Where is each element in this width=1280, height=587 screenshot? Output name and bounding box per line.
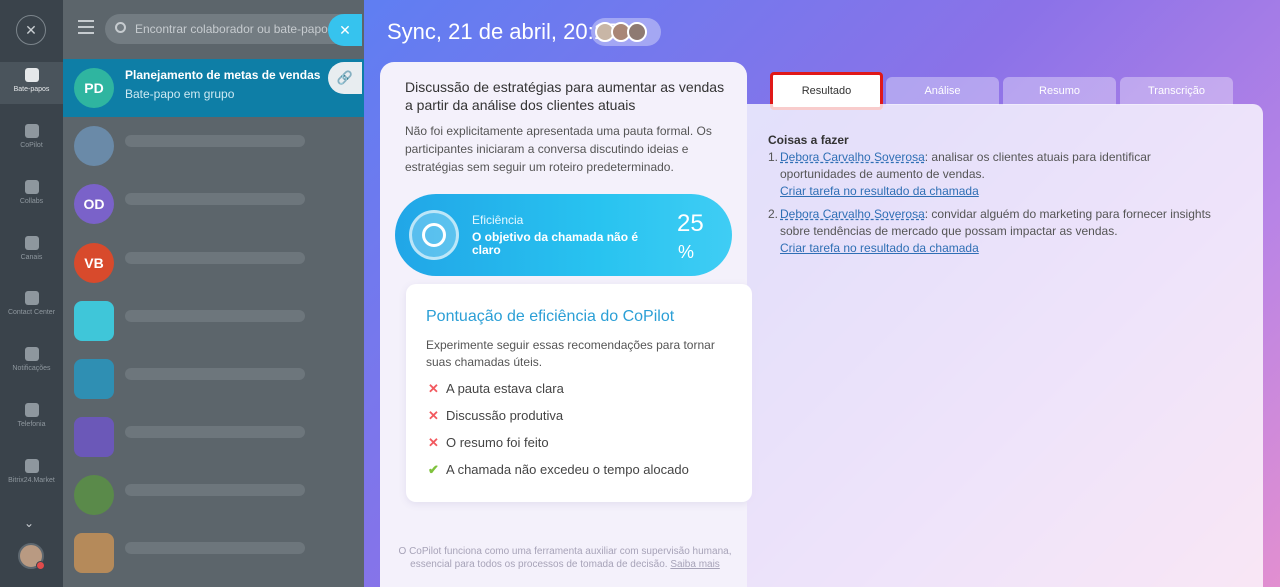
nav-item-contact-center[interactable]: Contact Center [0,291,63,316]
chat-row[interactable] [63,292,364,350]
todo-item: 2. Debora Carvalho Soverosa: convidar al… [768,206,1228,257]
tab-analysis[interactable]: Análise [886,77,999,105]
chat-list: Encontrar colaborador ou bate-papo PD Pl… [63,0,364,587]
chat-avatar [74,126,114,166]
chat-icon [24,68,39,82]
collabs-icon [24,180,39,194]
cross-icon: ✕ [428,381,439,396]
efficiency-banner[interactable]: Eficiência O objetivo da chamada não é c… [395,194,732,276]
todo-item: 1. Debora Carvalho Soverosa: analisar os… [768,149,1228,200]
chat-row[interactable]: OD [63,175,364,233]
blurred-name [125,484,305,496]
efficiency-message: O objetivo da chamada não é claro [472,230,639,257]
blurred-name [125,135,305,147]
nav-item-copilot[interactable]: CoPilot [0,124,63,149]
blurred-name [125,426,305,438]
search-placeholder: Encontrar colaborador ou bate-papo [135,22,328,36]
market-icon [24,459,39,473]
tab-transcript[interactable]: Transcrição [1120,77,1233,105]
chat-row[interactable] [63,117,364,175]
chat-avatar: PD [74,68,114,108]
chat-avatar [74,359,114,399]
efficiency-label: Eficiência [472,213,524,227]
nav-item-chats[interactable]: Bate-papos [0,62,63,104]
nav-item-telephony[interactable]: Telefonia [0,403,63,428]
chat-avatar [74,301,114,341]
bell-icon [24,347,39,361]
person-link[interactable]: Debora Carvalho Soverosa [780,150,925,164]
chat-avatar [74,417,114,457]
avatar [627,22,647,42]
nav-item-channels[interactable]: Canais [0,236,63,261]
filter-icon[interactable] [78,20,94,34]
tab-summary[interactable]: Resumo [1003,77,1116,105]
tip-description: Experimente seguir essas recomendações p… [426,338,715,369]
blurred-name [125,310,305,322]
nav-item-notifications[interactable]: Notificações [0,347,63,372]
disclaimer: O CoPilot funciona como uma ferramenta a… [398,546,732,570]
copilot-icon [24,124,39,138]
chat-name: Planejamento de metas de vendas [125,68,321,82]
channels-icon [24,236,39,250]
chat-avatar [74,475,114,515]
create-task-link[interactable]: Criar tarefa no resultado da chamada [780,183,1228,200]
summary-description: Não foi explicitamente apresentada uma p… [405,124,712,174]
chat-avatar: OD [74,184,114,224]
cross-icon: ✕ [428,435,439,450]
efficiency-score: 25 [677,210,704,237]
chat-row[interactable] [63,408,364,466]
summary-card: Discussão de estratégias para aumentar a… [380,62,752,587]
efficiency-unit: % [678,242,695,262]
criterion-item: ✔ A chamada não excedeu o tempo alocado [428,462,689,477]
chat-row[interactable] [63,524,364,582]
user-avatar[interactable] [18,543,45,570]
phone-icon [24,403,39,417]
blurred-name [125,193,305,205]
chat-row[interactable] [63,350,364,408]
person-link[interactable]: Debora Carvalho Soverosa [780,207,925,221]
link-icon[interactable]: 🔗 [328,62,362,94]
contact-center-icon [24,291,39,305]
todo-heading: Coisas a fazer [768,133,849,147]
chat-row-active[interactable]: PD Planejamento de metas de vendas Bate-… [63,59,364,117]
check-icon: ✔ [428,462,439,477]
chevron-down-icon[interactable]: ⌄ [24,516,34,530]
blurred-name [125,368,305,380]
criterion-item: ✕ Discussão produtiva [428,408,564,423]
status-dot [36,561,45,570]
blurred-name [125,252,305,264]
result-panel: Coisas a fazer 1. Debora Carvalho Sovero… [747,104,1263,587]
cross-icon: ✕ [428,408,439,423]
efficiency-icon [409,210,459,260]
learn-more-link[interactable]: Saiba mais [670,559,719,570]
nav-item-collabs[interactable]: Collabs [0,180,63,205]
blurred-name [125,542,305,554]
summary-title: Discussão de estratégias para aumentar a… [405,79,725,113]
efficiency-tip: Pontuação de eficiência do CoPilot Exper… [406,284,752,502]
search-icon [115,22,126,33]
nav-item-market[interactable]: Bitrix24.Market [0,459,63,484]
chat-avatar: VB [74,243,114,283]
tip-title: Pontuação de eficiência do CoPilot [426,308,675,325]
chat-row[interactable]: VB [63,234,364,292]
close-icon[interactable]: ✕ [16,15,46,45]
participants-avatars[interactable] [591,18,661,46]
criterion-item: ✕ O resumo foi feito [428,435,549,450]
chat-row[interactable] [63,466,364,524]
left-navigation: ✕ Bate-papos CoPilot Collabs Canais Cont… [0,0,63,587]
slider-close-button[interactable]: ✕ [328,14,362,46]
criterion-item: ✕ A pauta estava clara [428,381,564,396]
copilot-panel: Sync, 21 de abril, 20:17 Discussão de es… [364,0,1280,587]
chat-avatar [74,533,114,573]
create-task-link[interactable]: Criar tarefa no resultado da chamada [780,240,1228,257]
page-title: Sync, 21 de abril, 20:17 [387,19,619,44]
search-input[interactable]: Encontrar colaborador ou bate-papo [105,14,355,44]
chat-subtitle: Bate-papo em grupo [125,87,235,101]
